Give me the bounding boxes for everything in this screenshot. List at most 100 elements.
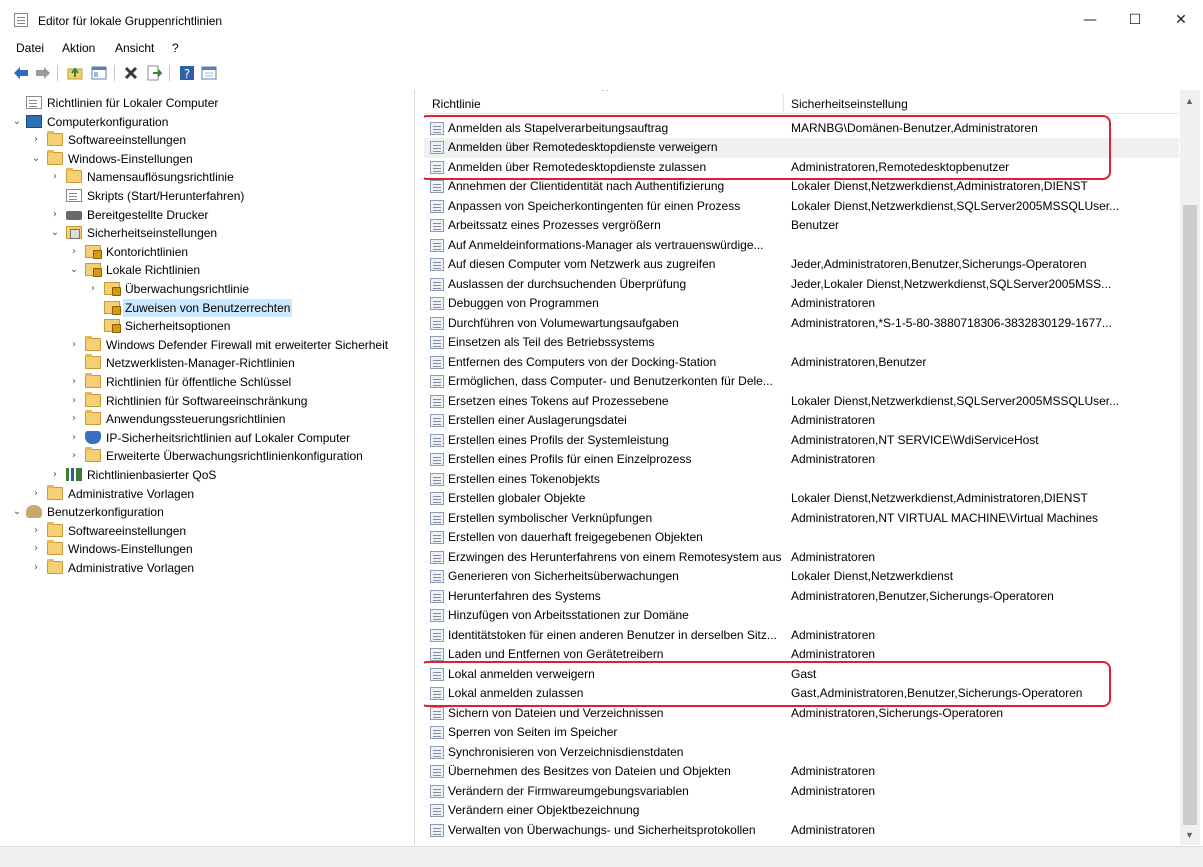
policy-row[interactable]: Sichern von Dateien und Verzeichnissen Ad… <box>424 704 1179 724</box>
policy-row[interactable]: Erstellen globaler Objekte Lokaler Dienst… <box>424 489 1179 509</box>
tree-item[interactable]: › IP-Sicherheitsrichtlinien auf Lokaler C… <box>4 429 404 447</box>
policy-row[interactable]: Erstellen eines Profils der Systemleistu… <box>424 431 1179 451</box>
properties-icon[interactable] <box>200 64 218 82</box>
tree-item[interactable]: › Windows Defender Firewall mit erweitert… <box>4 335 404 354</box>
menu-aktion[interactable]: Aktion <box>62 41 95 55</box>
policy-row[interactable]: Durchführen von Volumewartungsaufgaben Ad… <box>424 314 1179 334</box>
expand-chevron-icon[interactable]: › <box>69 447 79 465</box>
policy-row[interactable]: Erzwingen des Herunterfahrens von einem … <box>424 548 1179 568</box>
expand-chevron-icon[interactable]: › <box>50 206 60 224</box>
policy-row[interactable]: Verändern einer Objektbezeichnung <box>424 801 1179 821</box>
delete-icon[interactable] <box>122 64 140 82</box>
collapse-chevron-icon[interactable]: ⌄ <box>50 224 60 242</box>
policy-row[interactable]: Erstellen eines Tokenobjekts <box>424 470 1179 490</box>
tree-item[interactable]: ⌄ Sicherheitseinstellungen <box>4 224 404 242</box>
column-header-policy[interactable]: Richtlinie <box>432 97 481 111</box>
close-button[interactable]: ✕ <box>1166 9 1196 31</box>
help-icon[interactable]: ? <box>178 64 196 82</box>
policy-row[interactable]: Lokal anmelden zulassen Gast,Administrato… <box>424 684 1179 704</box>
policy-row[interactable]: Erstellen eines Profils für einen Einzel… <box>424 450 1179 470</box>
tree-item[interactable]: ⌄ Benutzerkonfiguration <box>4 503 404 521</box>
policy-row[interactable]: Anmelden über Remotedesktopdienste zulas… <box>424 158 1179 178</box>
policy-row[interactable]: Übernehmen des Besitzes von Dateien und … <box>424 762 1179 782</box>
tree-item[interactable]: › Kontorichtlinien <box>4 243 404 261</box>
tree-item[interactable]: › Richtlinien für Softwareeinschränkung <box>4 391 404 410</box>
scroll-down-icon[interactable]: ▼ <box>1185 830 1194 840</box>
column-divider[interactable] <box>783 94 784 111</box>
tree-item[interactable]: › Windows-Einstellungen <box>4 540 404 558</box>
tree-item[interactable]: › Administrative Vorlagen <box>4 559 404 577</box>
tree-item[interactable]: › Richtlinien für öffentliche Schlüssel <box>4 373 404 391</box>
show-hide-tree-icon[interactable] <box>90 64 108 82</box>
policy-row[interactable]: Annehmen der Clientidentität nach Authen… <box>424 177 1179 197</box>
policy-row[interactable]: Arbeitssatz eines Prozesses vergrößern Be… <box>424 216 1179 236</box>
policy-row[interactable]: Herunterfahren des Systems Administratore… <box>424 587 1179 607</box>
maximize-button[interactable]: ☐ <box>1120 9 1150 31</box>
expand-chevron-icon[interactable]: › <box>69 243 79 261</box>
expand-chevron-icon[interactable]: › <box>50 168 60 186</box>
policy-row[interactable]: Verwalten von Überwachungs- und Sicherhe… <box>424 821 1179 841</box>
tree-item[interactable]: › Bereitgestellte Drucker <box>4 206 404 224</box>
expand-chevron-icon[interactable]: › <box>31 522 41 540</box>
list-scrollbar[interactable]: ▲ ▼ <box>1180 90 1200 845</box>
menu-datei[interactable]: Datei <box>16 41 44 55</box>
tree-item[interactable]: › Softwareeinstellungen <box>4 131 404 149</box>
tree-item[interactable]: › Administrative Vorlagen <box>4 484 404 503</box>
expand-chevron-icon[interactable]: › <box>50 466 60 484</box>
policy-row[interactable]: Anmelden über Remotedesktopdienste verwe… <box>424 138 1179 158</box>
tree-item[interactable]: Richtlinien für Lokaler Computer <box>4 94 404 112</box>
policy-row[interactable]: Einsetzen als Teil des Betriebssystems <box>424 333 1179 353</box>
policy-row[interactable]: Auf Anmeldeinformations-Manager als vert… <box>424 236 1179 256</box>
policy-row[interactable]: Anpassen von Speicherkontingenten für ei… <box>424 197 1179 217</box>
tree-item[interactable]: › Richtlinienbasierter QoS <box>4 466 404 484</box>
policy-row[interactable]: Erstellen von dauerhaft freigegebenen Ob… <box>424 528 1179 548</box>
policy-row[interactable]: Auf diesen Computer vom Netzwerk aus zug… <box>424 255 1179 275</box>
policy-row[interactable]: Sperren von Seiten im Speicher <box>424 723 1179 743</box>
collapse-chevron-icon[interactable]: ⌄ <box>31 150 41 168</box>
tree-item[interactable]: Netzwerklisten-Manager-Richtlinien <box>4 354 404 372</box>
column-header-setting[interactable]: Sicherheitseinstellung <box>791 97 908 111</box>
expand-chevron-icon[interactable]: › <box>69 410 79 428</box>
expand-chevron-icon[interactable]: › <box>69 429 79 447</box>
policy-row[interactable]: Ersetzen eines Tokens auf Prozessebene Lo… <box>424 392 1179 412</box>
tree-item[interactable]: › Überwachungsrichtlinie <box>4 280 404 298</box>
menu-help[interactable]: ? <box>172 41 179 55</box>
tree-item[interactable]: Skripts (Start/Herunterfahren) <box>4 187 404 205</box>
policy-row[interactable]: Synchronisieren von Verzeichnisdienstdat… <box>424 743 1179 763</box>
back-arrow-icon[interactable] <box>12 64 30 82</box>
scrollbar-thumb[interactable] <box>1183 205 1197 825</box>
policy-row[interactable]: Anmelden als Stapelverarbeitungsauftrag M… <box>424 119 1179 139</box>
policy-row[interactable]: Generieren von Sicherheitsüberwachungen L… <box>424 567 1179 587</box>
tree-item[interactable]: › Erweiterte Überwachungsrichtlinienkonfi… <box>4 447 404 465</box>
tree-item[interactable]: ⌄ Windows-Einstellungen <box>4 149 404 168</box>
tree-item[interactable]: › Anwendungssteuerungsrichtlinien <box>4 410 404 428</box>
policy-row[interactable]: Identitätstoken für einen anderen Benutz… <box>424 626 1179 646</box>
expand-chevron-icon[interactable]: › <box>31 485 41 503</box>
scroll-up-icon[interactable]: ▲ <box>1185 96 1194 106</box>
policy-row[interactable]: Verändern der Firmwareumgebungsvariablen… <box>424 782 1179 802</box>
tree-item[interactable]: ⌄ Lokale Richtlinien <box>4 261 404 279</box>
policy-row[interactable]: Ermöglichen, dass Computer- und Benutzer… <box>424 372 1179 392</box>
collapse-chevron-icon[interactable]: ⌄ <box>69 261 79 279</box>
export-list-icon[interactable] <box>145 64 163 82</box>
collapse-chevron-icon[interactable]: ⌄ <box>12 503 22 521</box>
tree-item[interactable]: › Namensauflösungsrichtlinie <box>4 168 404 186</box>
policy-row[interactable]: Laden und Entfernen von Gerätetreibern Ad… <box>424 645 1179 665</box>
tree-item[interactable]: Sicherheitsoptionen <box>4 317 404 335</box>
expand-chevron-icon[interactable]: › <box>69 373 79 391</box>
policy-row[interactable]: Debuggen von Programmen Administratoren <box>424 294 1179 314</box>
expand-chevron-icon[interactable]: › <box>31 131 41 149</box>
policy-row[interactable]: Hinzufügen von Arbeitsstationen zur Domä… <box>424 606 1179 626</box>
policy-row[interactable]: Auslassen der durchsuchenden Überprüfung… <box>424 275 1179 295</box>
forward-arrow-icon[interactable] <box>34 64 52 82</box>
policy-row[interactable]: Lokal anmelden verweigern Gast <box>424 665 1179 685</box>
policy-row[interactable]: Erstellen einer Auslagerungsdatei Adminis… <box>424 411 1179 431</box>
expand-chevron-icon[interactable]: › <box>31 540 41 558</box>
up-folder-icon[interactable] <box>66 64 84 82</box>
policy-row[interactable]: Entfernen des Computers von der Docking-… <box>424 353 1179 373</box>
expand-chevron-icon[interactable]: › <box>88 280 98 298</box>
menu-ansicht[interactable]: Ansicht <box>115 41 154 55</box>
minimize-button[interactable]: — <box>1075 9 1105 31</box>
tree-item[interactable]: Zuweisen von Benutzerrechten <box>4 298 404 317</box>
expand-chevron-icon[interactable]: › <box>69 392 79 410</box>
